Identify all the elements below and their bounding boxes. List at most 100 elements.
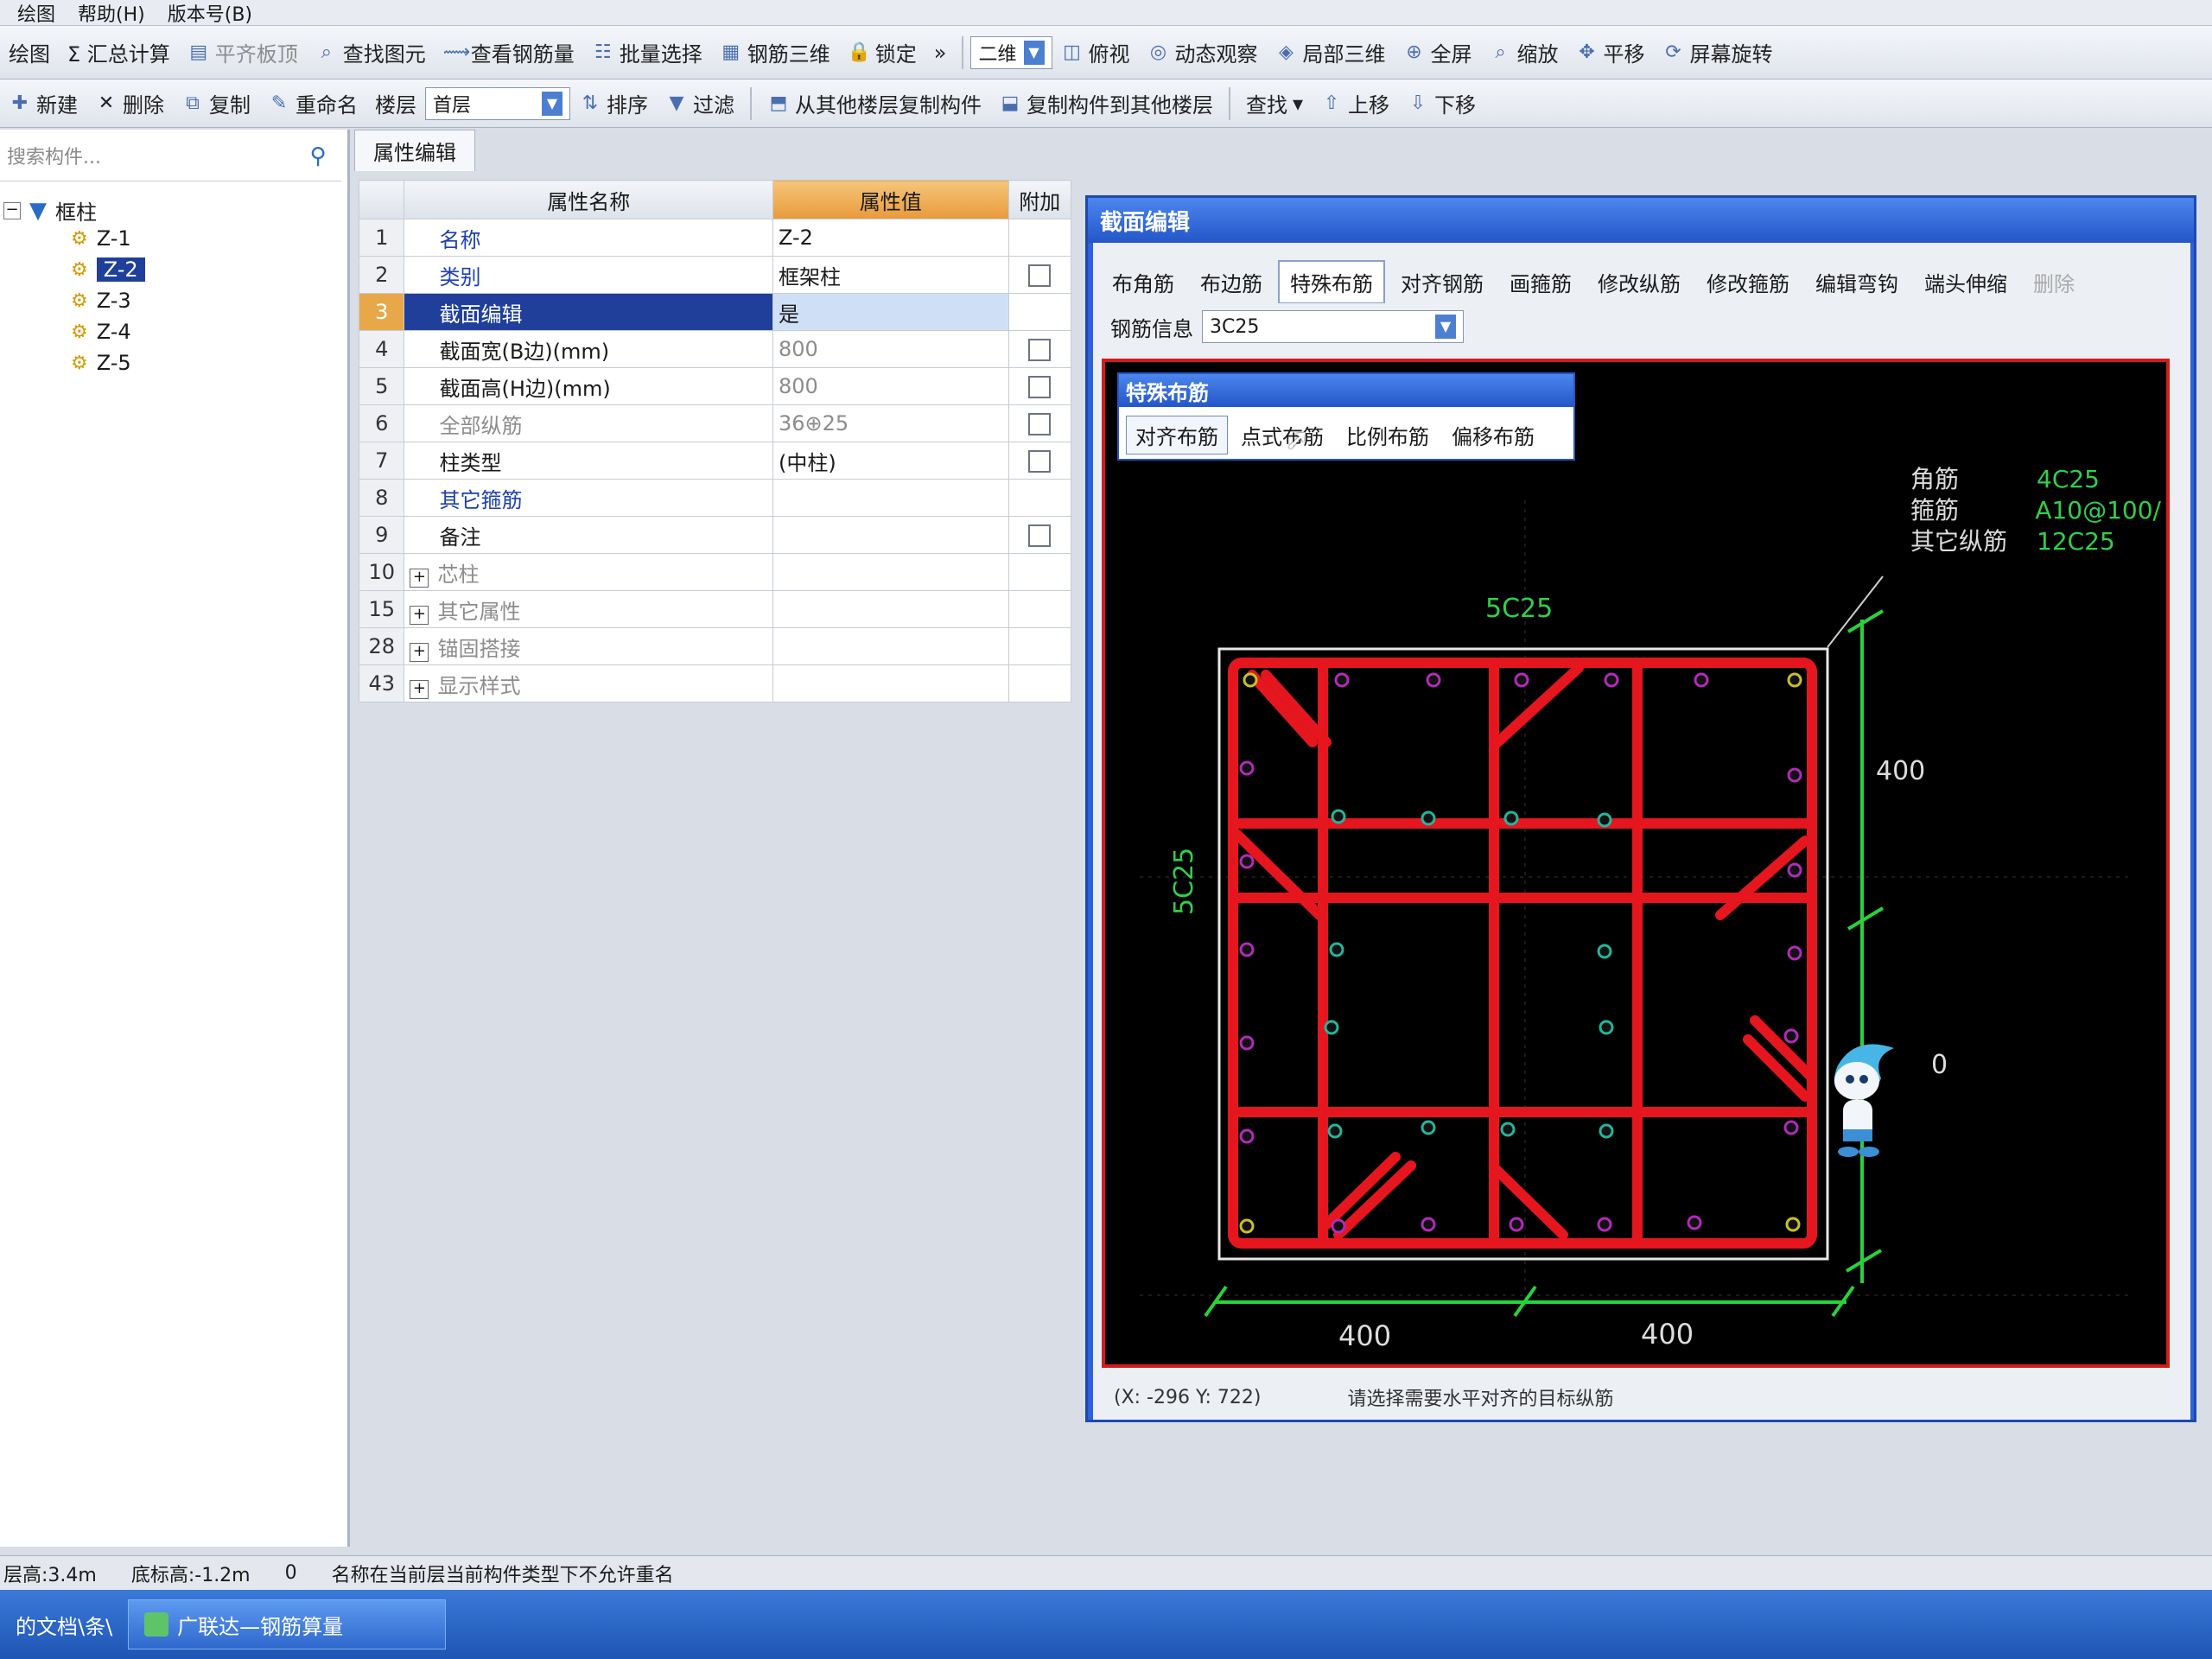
dynamic-view-button[interactable]: ◎ 动态观察 [1139,34,1267,72]
property-row[interactable]: 6 全部纵筋 36⊕25 [358,404,1072,442]
chevron-down-icon: ▼ [1023,40,1045,65]
tree-item-z1[interactable]: ⚙ Z-1 [71,226,131,251]
legend-row: 箍筋 A10@100/ [1910,496,2161,524]
top-view-button[interactable]: ◫ 俯视 [1052,34,1139,72]
offset-rebar-button[interactable]: 偏移布筋 [1442,416,1544,454]
fullscreen-button[interactable]: ⊕ 全屏 [1395,34,1481,72]
delete-button[interactable]: ✕ 删除 [86,85,173,123]
tab-modify-long-rebar[interactable]: 修改纵筋 [1587,262,1691,302]
tab-modify-stirrup[interactable]: 修改箍筋 [1696,262,1800,302]
view-mode-select[interactable]: 二维 ▼ [970,35,1052,69]
menu-item[interactable]: 绘图 [17,0,55,26]
copy-to-floor-button[interactable]: ⬓ 复制构件到其他楼层 [990,85,1222,123]
search-icon[interactable]: ⚲ [302,140,334,173]
filter-button[interactable]: ▼ 过滤 [657,85,743,123]
expand-plus-icon[interactable]: + [410,568,429,588]
legend-row: 角筋 4C25 [1910,465,2100,493]
tree-root-frame-column[interactable]: − ▼ 框柱 [3,195,97,226]
batch-select-button[interactable]: ☷ 批量选择 [583,34,711,72]
draw-button[interactable]: 绘图 [0,34,59,72]
tree-item-z2[interactable]: ⚙ Z-2 [71,257,145,282]
summary-calc-button[interactable]: Σ 汇总计算 [59,34,179,72]
tab-delete[interactable]: 删除 [2023,262,2085,302]
expand-plus-icon[interactable]: + [410,605,429,625]
extra-checkbox[interactable] [1028,339,1052,361]
grid-3d-icon: ▦ [721,41,741,63]
move-up-button[interactable]: ⇧ 上移 [1312,85,1398,123]
collapse-icon[interactable]: − [3,201,21,219]
expand-plus-icon[interactable]: + [410,642,429,662]
hint-text: 请选择需要水平对齐的目标纵筋 [1347,1389,1614,1410]
copy-from-floor-button[interactable]: ⬒ 从其他楼层复制构件 [759,85,990,123]
copy-button[interactable]: ⧉ 复制 [173,85,259,123]
menu-item[interactable]: 帮助(H) [78,0,145,26]
move-down-button[interactable]: ⇩ 下移 [1398,85,1484,123]
property-group-row[interactable]: 10 + 芯柱 [358,553,1072,591]
rename-icon: ✎ [270,92,288,114]
property-row[interactable]: 4 截面宽(B边)(mm) 800 [358,330,1072,368]
tab-align-rebar[interactable]: 对齐钢筋 [1390,262,1494,302]
extra-checkbox[interactable] [1028,524,1052,547]
rename-button[interactable]: ✎ 重命名 [259,85,366,123]
extra-checkbox[interactable] [1028,264,1052,287]
sort-icon: ⇅ [582,92,599,114]
new-icon: ✚ [11,92,29,114]
cursor-coordinates: (X: -296 Y: 722) [1114,1386,1262,1408]
tree-item-z5[interactable]: ⚙ Z-5 [71,351,131,375]
tree-item-z4[interactable]: ⚙ Z-4 [71,320,131,344]
tree-item-z3[interactable]: ⚙ Z-3 [71,289,131,313]
ratio-rebar-button[interactable]: 比例布筋 [1337,416,1439,454]
tab-draw-stirrup[interactable]: 画箍筋 [1499,262,1582,302]
rotate-screen-button[interactable]: ⟳ 屏幕旋转 [1654,34,1782,72]
arrow-up-icon: ⇧ [1323,92,1340,114]
tab-edge-rebar[interactable]: 布边筋 [1190,262,1273,302]
taskbar-item-app[interactable]: 广联达—钢筋算量 [128,1599,447,1649]
mascot-icon[interactable] [1821,1039,1898,1169]
align-slab-top-button[interactable]: ▤ 平齐板顶 [179,34,307,72]
view-rebar-qty-button[interactable]: ⟿ 查看钢筋量 [435,34,583,72]
extra-checkbox[interactable] [1028,376,1052,398]
chevron-down-icon: ▼ [1435,315,1456,339]
new-button[interactable]: ✚ 新建 [0,85,86,123]
rebar-info-select[interactable]: 3C25 ▼ [1202,310,1464,343]
tab-property-edit[interactable]: 属性编辑 [354,130,475,171]
tab-special-rebar[interactable]: 特殊布筋 [1278,260,1385,303]
filter-icon: ▼ [669,92,684,114]
tab-corner-rebar[interactable]: 布角筋 [1102,262,1185,302]
extra-checkbox[interactable] [1028,450,1052,473]
sort-button[interactable]: ⇅ 排序 [570,85,657,123]
property-header-row: 属性名称 属性值 附加 [358,180,1072,219]
property-row[interactable]: 8 其它箍筋 [358,479,1072,517]
property-row-selected[interactable]: 3 截面编辑是 [358,293,1072,331]
property-row[interactable]: 2 类别 框架柱 [358,256,1072,294]
menu-item[interactable]: 版本号(B) [168,0,252,26]
lock-button[interactable]: 🔒 锁定 [839,34,925,72]
find-button[interactable]: 查找 ▾ [1237,85,1312,123]
property-group-row[interactable]: 15 + 其它属性 [358,590,1072,628]
expand-plus-icon[interactable]: + [410,679,429,699]
section-canvas[interactable]: 特殊布筋 对齐布筋 点式布筋 比例布筋 偏移布筋 角筋 4C25 箍筋 A10@10… [1102,359,2170,1368]
tab-edit-hook[interactable]: 编辑弯钩 [1805,262,1909,302]
rebar-3d-button[interactable]: ▦ 钢筋三维 [711,34,839,72]
property-row[interactable]: 9 备注 [358,516,1072,554]
find-element-button[interactable]: ⌕ 查找图元 [307,34,435,72]
taskbar-item-docs[interactable]: 的文档\条\ [0,1600,128,1649]
more-chevron-icon[interactable]: » [925,34,956,72]
property-group-row[interactable]: 28 + 锚固搭接 [358,627,1072,665]
property-row[interactable]: 1 名称 Z-2 [358,219,1072,257]
property-row[interactable]: 7 柱类型 (中柱) [358,442,1072,480]
pan-button[interactable]: ✥ 平移 [1567,34,1654,72]
chevron-down-icon: ▼ [542,91,563,116]
property-grid: 属性名称 属性值 附加 1 名称 Z-2 2 类别 框架柱 3 截面编辑是 4 截面宽(B边… [358,180,1072,702]
local-3d-button[interactable]: ◈ 局部三维 [1267,34,1395,72]
property-group-row[interactable]: 43 + 显示样式 [358,664,1072,702]
floor-select[interactable]: 首层 ▼ [425,86,570,120]
component-search-box[interactable]: 搜索构件... ⚲ [0,130,341,181]
extra-checkbox[interactable] [1028,413,1052,435]
dimension-bottom-left: 400 [1338,1319,1392,1352]
tab-end-extend[interactable]: 端头伸缩 [1914,262,2018,302]
property-row[interactable]: 5 截面高(H边)(mm) 800 [358,367,1072,405]
zoom-button[interactable]: ⌕ 缩放 [1481,34,1567,72]
align-rebar-button[interactable]: 对齐布筋 [1126,416,1228,454]
point-rebar-button[interactable]: 点式布筋 [1231,416,1333,454]
